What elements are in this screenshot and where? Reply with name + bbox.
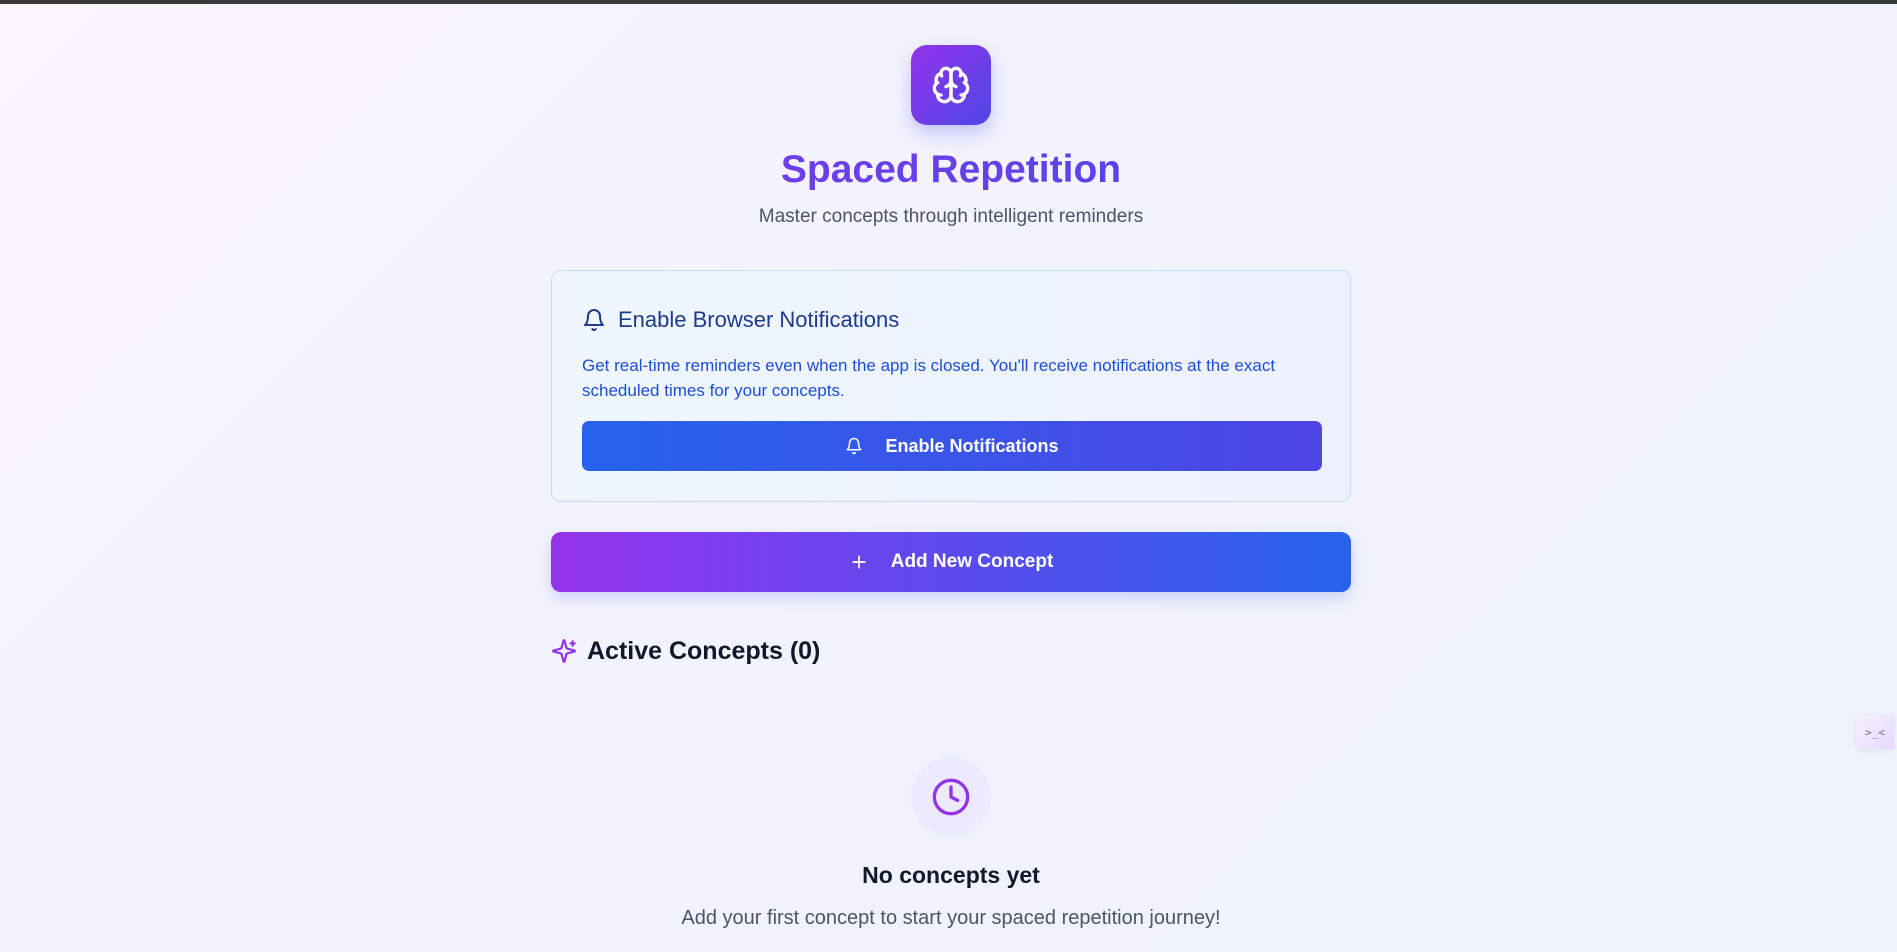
clock-icon [932,778,970,816]
page-title: Spaced Repetition [551,146,1351,194]
empty-state-description: Add your first concept to start your spa… [681,907,1221,929]
enable-notifications-button[interactable]: Enable Notifications [582,421,1322,471]
add-new-concept-label: Add New Concept [890,551,1054,572]
active-concepts-title: Active Concepts (0) [587,637,821,665]
app-logo [911,45,991,125]
bell-icon [584,309,604,331]
plus-icon [852,555,866,569]
empty-state-icon-badge [911,757,991,837]
notifications-card-title: Enable Browser Notifications [618,307,900,332]
sparkles-icon [552,639,576,663]
add-new-concept-button[interactable]: Add New Concept [551,532,1351,592]
enable-notifications-label: Enable Notifications [885,435,1059,456]
top-border [0,0,1897,4]
notifications-card-header: Enable Browser Notifications [582,305,899,335]
brain-icon [932,66,970,104]
notifications-card: Enable Browser Notifications Get real-ti… [551,270,1351,502]
page-subtitle: Master concepts through intelligent remi… [758,206,1144,227]
bell-icon [846,437,862,455]
notifications-card-description: Get real-time reminders even when the ap… [582,356,1276,400]
active-concepts-heading: Active Concepts (0) [551,634,820,668]
side-widget-tab[interactable]: >_< [1856,715,1894,749]
empty-state-title: No concepts yet [862,862,1040,888]
